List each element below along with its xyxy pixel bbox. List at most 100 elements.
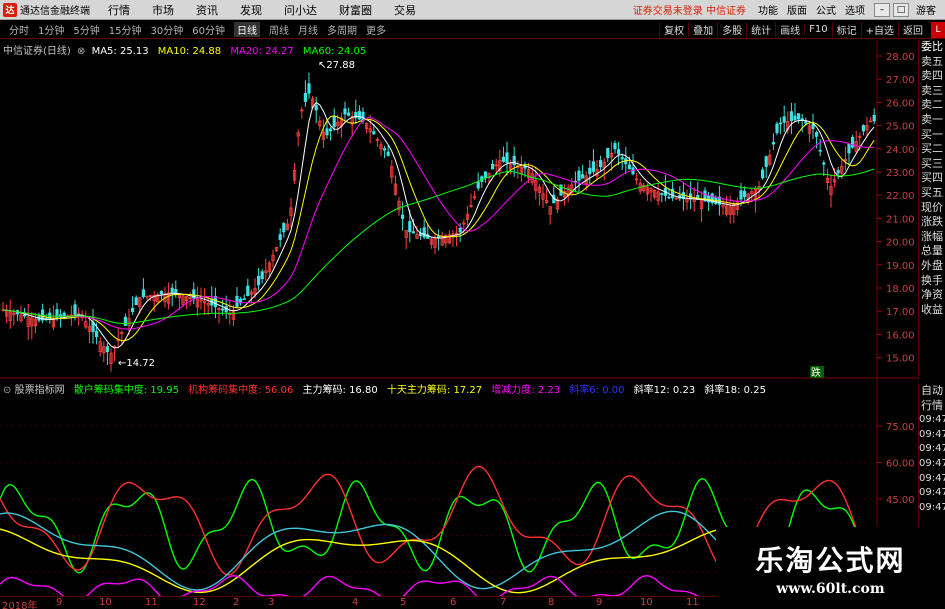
period-15min[interactable]: 15分钟 bbox=[109, 22, 142, 37]
side-change[interactable]: 涨跌 bbox=[919, 215, 945, 230]
restore-rights-button[interactable]: 复权 bbox=[659, 22, 688, 37]
menu-news[interactable]: 资讯 bbox=[196, 2, 218, 18]
draw-line-button[interactable]: 画线 bbox=[775, 22, 804, 37]
menu-layout[interactable]: 版面 bbox=[787, 2, 807, 17]
menu-ask[interactable]: 问小达 bbox=[284, 2, 317, 18]
side-net-assets[interactable]: 净资 bbox=[919, 288, 945, 303]
period-weekly[interactable]: 周线 bbox=[269, 22, 289, 37]
side-bid5[interactable]: 买五 bbox=[919, 186, 945, 201]
candle-body bbox=[357, 111, 362, 120]
menu-discover[interactable]: 发现 bbox=[240, 2, 262, 18]
time-label: 9 bbox=[56, 597, 63, 608]
side-ask2[interactable]: 卖二 bbox=[919, 98, 945, 113]
side-auto[interactable]: 自动 bbox=[919, 384, 945, 399]
menu-function[interactable]: 功能 bbox=[758, 2, 778, 17]
side-ask4[interactable]: 卖四 bbox=[919, 69, 945, 84]
slope12-label: 斜率12: 0.23 bbox=[633, 385, 696, 396]
side-volume[interactable]: 总量 bbox=[919, 244, 945, 259]
menu-bar: 达 通达信金融终端 行情 市场 资讯 发现 问小达 财富圈 交易 证券交易未登录… bbox=[0, 0, 945, 20]
candle-body bbox=[494, 164, 498, 167]
side-ask5[interactable]: 卖五 bbox=[919, 55, 945, 70]
price-tick-label: 21.00 bbox=[886, 214, 915, 225]
candle-body bbox=[228, 313, 232, 315]
mark-button[interactable]: 标记 bbox=[831, 22, 861, 37]
price-tick-label: 25.00 bbox=[886, 122, 915, 133]
side-earnings[interactable]: 收益 bbox=[919, 303, 945, 318]
side-price[interactable]: 现价 bbox=[919, 201, 945, 216]
period-tick[interactable]: 分时 bbox=[9, 22, 29, 37]
candle-body bbox=[825, 177, 830, 183]
side-bid4[interactable]: 买四 bbox=[919, 171, 945, 186]
side-outer[interactable]: 外盘 bbox=[919, 259, 945, 274]
candle-body bbox=[422, 227, 426, 238]
candle-body bbox=[87, 326, 91, 332]
add-watchlist-button[interactable]: +自选 bbox=[860, 22, 898, 37]
side-wb[interactable]: 委比 bbox=[919, 40, 945, 55]
indicator-title[interactable]: 股票指标网 bbox=[15, 385, 65, 396]
strength-label: 增减力度: 2.23 bbox=[491, 385, 561, 396]
period-multi[interactable]: 多周期 bbox=[327, 22, 357, 37]
menu-trade[interactable]: 交易 bbox=[394, 2, 416, 18]
side-ask3[interactable]: 卖三 bbox=[919, 84, 945, 99]
candle-body bbox=[213, 296, 217, 308]
sub-tick-label: 60.00 bbox=[886, 459, 915, 470]
period-1min[interactable]: 1分钟 bbox=[38, 22, 64, 37]
menu-market[interactable]: 市场 bbox=[152, 2, 174, 18]
menu-wealth[interactable]: 财富圈 bbox=[339, 2, 372, 18]
legend-expand-icon[interactable]: ⊗ bbox=[77, 46, 85, 57]
candle-body bbox=[400, 214, 405, 219]
side-change-pct[interactable]: 涨幅 bbox=[919, 230, 945, 245]
corner-toggle[interactable]: L bbox=[931, 21, 945, 38]
candle-body bbox=[271, 254, 275, 261]
guest-label[interactable]: 游客 bbox=[916, 2, 936, 17]
side-bid1[interactable]: 买一 bbox=[919, 128, 945, 143]
side-bid3[interactable]: 买三 bbox=[919, 157, 945, 172]
candle-body bbox=[177, 294, 181, 299]
candle-body bbox=[498, 160, 502, 172]
minimize-icon[interactable]: – bbox=[874, 2, 890, 17]
statistics-button[interactable]: 统计 bbox=[746, 22, 775, 37]
candle-body bbox=[321, 131, 326, 140]
high-price-annotation: ↖27.88 bbox=[318, 60, 355, 71]
period-more[interactable]: 更多 bbox=[366, 22, 386, 37]
candle-body bbox=[789, 111, 794, 122]
chart-canvas[interactable]: 28.00 27.00 26.00 25.00 24.00 23.00 22.00 21.00… bbox=[0, 0, 945, 609]
multi-stock-button[interactable]: 多股 bbox=[717, 22, 746, 37]
menu-options[interactable]: 选项 bbox=[845, 2, 865, 17]
period-toolbar: 分时 1分钟 5分钟 15分钟 30分钟 60分钟 日线 周线 月线 多周期 更… bbox=[0, 21, 945, 39]
overlay-button[interactable]: 叠加 bbox=[688, 22, 717, 37]
candle-body bbox=[429, 238, 434, 245]
candle-body bbox=[822, 162, 826, 165]
back-button[interactable]: 返回 bbox=[898, 22, 927, 37]
period-30min[interactable]: 30分钟 bbox=[150, 22, 183, 37]
candle-body bbox=[793, 115, 797, 121]
candle-body bbox=[523, 165, 527, 169]
candle-body bbox=[188, 296, 192, 299]
candle-body bbox=[73, 304, 77, 315]
candle-body bbox=[714, 196, 718, 204]
settings-icon[interactable]: ⊙ bbox=[3, 385, 11, 396]
side-market[interactable]: 行情 bbox=[919, 399, 945, 414]
side-ask1[interactable]: 卖一 bbox=[919, 113, 945, 128]
login-status[interactable]: 证券交易未登录 中信证券 bbox=[633, 2, 746, 17]
period-5min[interactable]: 5分钟 bbox=[73, 22, 99, 37]
period-60min[interactable]: 60分钟 bbox=[192, 22, 225, 37]
f10-button[interactable]: F10 bbox=[804, 24, 831, 35]
menu-formula[interactable]: 公式 bbox=[816, 2, 836, 17]
candle-body bbox=[170, 287, 174, 294]
stock-title[interactable]: 中信证券(日线) bbox=[3, 46, 71, 57]
candle-body bbox=[757, 186, 761, 191]
candle-body bbox=[613, 142, 617, 150]
period-daily[interactable]: 日线 bbox=[233, 22, 260, 37]
candle-body bbox=[375, 138, 380, 141]
candle-body bbox=[581, 174, 585, 179]
menu-quotes[interactable]: 行情 bbox=[108, 2, 130, 18]
side-bid2[interactable]: 买二 bbox=[919, 142, 945, 157]
candle-body bbox=[66, 315, 70, 318]
side-turnover[interactable]: 换手 bbox=[919, 274, 945, 289]
period-monthly[interactable]: 月线 bbox=[298, 22, 318, 37]
candle-body bbox=[667, 196, 671, 199]
candle-body bbox=[238, 298, 243, 304]
candle-body bbox=[145, 295, 149, 298]
maximize-icon[interactable]: □ bbox=[893, 2, 909, 17]
